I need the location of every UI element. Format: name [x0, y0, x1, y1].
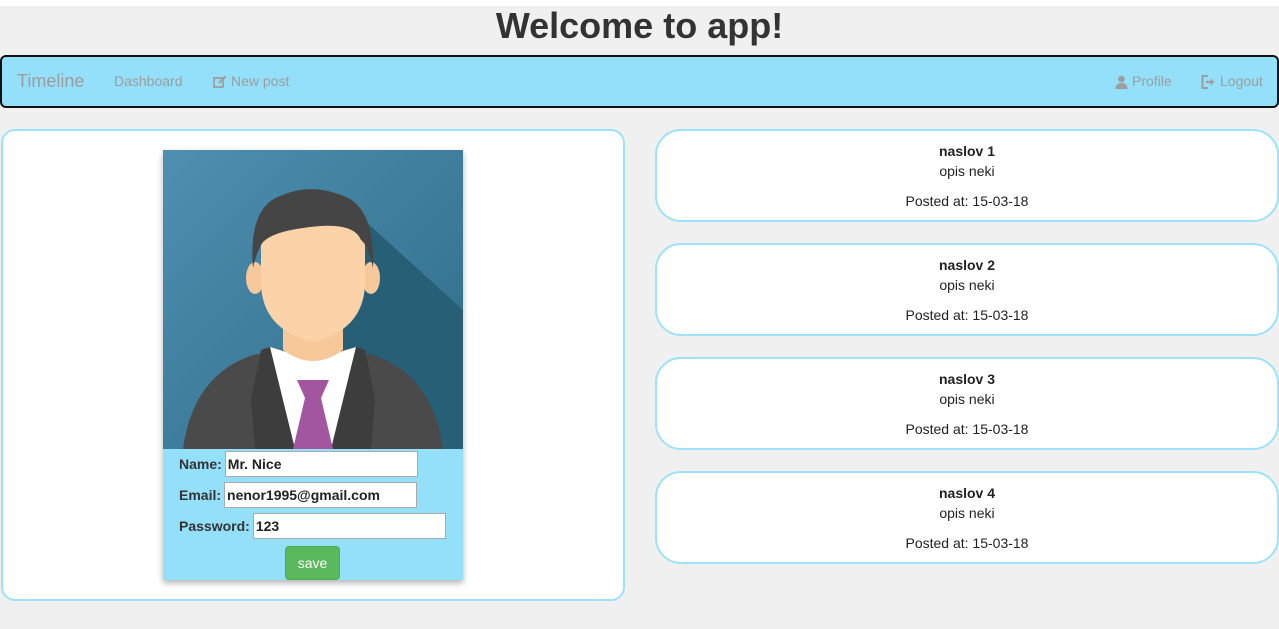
- post-date: Posted at: 15-03-18: [905, 307, 1029, 323]
- nav-dashboard-link[interactable]: Dashboard: [114, 57, 183, 106]
- password-label: Password:: [179, 518, 250, 534]
- post-card: naslov 3 opis neki Posted at: 15-03-18: [655, 357, 1279, 450]
- post-date: Posted at: 15-03-18: [905, 193, 1029, 209]
- nav-logout-link[interactable]: Logout: [1201, 57, 1263, 106]
- password-row: Password:: [179, 513, 446, 539]
- save-button[interactable]: save: [285, 546, 340, 580]
- post-description: opis neki: [939, 391, 995, 407]
- navbar: Timeline Dashboard New post Profile Logo…: [0, 55, 1279, 108]
- avatar: [163, 150, 463, 449]
- post-title: naslov 3: [938, 371, 996, 387]
- nav-new-post-link[interactable]: New post: [213, 57, 289, 106]
- edit-icon: [213, 75, 227, 89]
- user-icon: [1115, 75, 1128, 89]
- post-title: naslov 2: [938, 257, 996, 273]
- email-label: Email:: [179, 487, 222, 503]
- password-input[interactable]: [252, 513, 446, 539]
- page-title: Welcome to app!: [495, 5, 784, 46]
- name-row: Name:: [179, 451, 418, 477]
- post-date: Posted at: 15-03-18: [905, 421, 1029, 437]
- post-card: naslov 2 opis neki Posted at: 15-03-18: [655, 243, 1279, 336]
- post-date: Posted at: 15-03-18: [905, 535, 1029, 551]
- name-label: Name:: [179, 456, 222, 472]
- post-title: naslov 4: [938, 485, 996, 501]
- post-description: opis neki: [939, 163, 995, 179]
- email-row: Email:: [179, 482, 418, 508]
- nav-logout-label: Logout: [1220, 73, 1263, 89]
- post-description: opis neki: [939, 505, 995, 521]
- nav-profile-label: Profile: [1132, 73, 1172, 89]
- post-description: opis neki: [939, 277, 995, 293]
- post-card: naslov 1 opis neki Posted at: 15-03-18: [655, 129, 1279, 222]
- nav-new-post-label: New post: [231, 73, 290, 89]
- nav-profile-link[interactable]: Profile: [1115, 57, 1172, 106]
- logout-icon: [1201, 74, 1216, 89]
- post-title: naslov 1: [938, 143, 996, 159]
- profile-card: Name: Email: Password: save: [163, 150, 463, 580]
- name-input[interactable]: [224, 451, 418, 477]
- email-input[interactable]: [224, 482, 418, 508]
- nav-brand-timeline[interactable]: Timeline: [17, 57, 84, 106]
- post-card: naslov 4 opis neki Posted at: 15-03-18: [655, 471, 1279, 564]
